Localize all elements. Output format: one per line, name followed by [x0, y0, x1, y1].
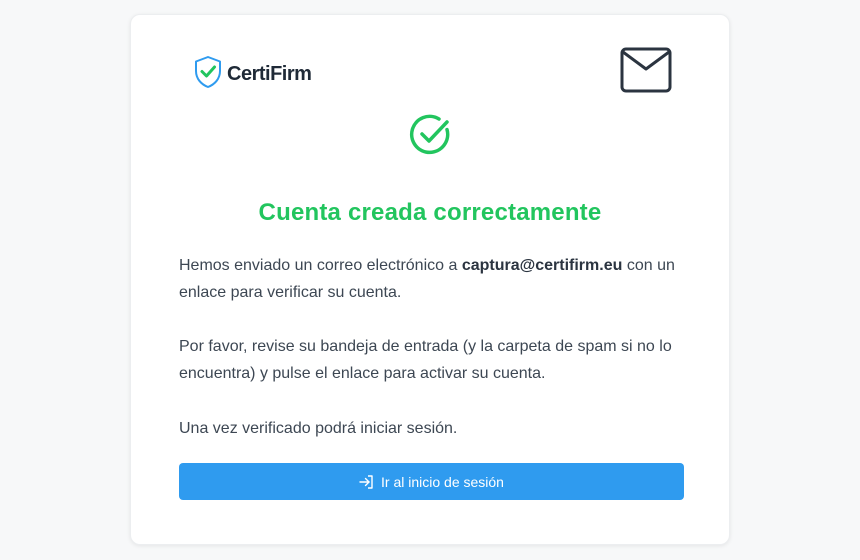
- page-title: Cuenta creada correctamente: [258, 199, 602, 226]
- go-to-login-label: Ir al inicio de sesión: [381, 473, 504, 490]
- message-paragraph-instructions: Por favor, revise su bandeja de entrada …: [179, 338, 672, 382]
- brand-name: CertiFirm: [227, 63, 312, 85]
- envelope-icon: [620, 47, 672, 93]
- login-arrow-icon: [359, 474, 374, 489]
- check-circle-icon: [409, 113, 453, 157]
- message-text: Hemos enviado un correo electrónico a: [179, 257, 462, 274]
- user-email: captura@certifirm.eu: [461, 257, 623, 274]
- confirmation-card: CertiFirm Cuenta creada correctamente He…: [130, 14, 730, 545]
- message-paragraph-sent: Hemos enviado un correo electrónico a ca…: [179, 252, 689, 306]
- message-paragraph-login: Una vez verificado podrá iniciar sesión.: [179, 420, 458, 437]
- go-to-login-button[interactable]: Ir al inicio de sesión: [179, 463, 684, 500]
- brand-logo: CertiFirm: [193, 55, 312, 94]
- shield-check-icon: [193, 55, 223, 94]
